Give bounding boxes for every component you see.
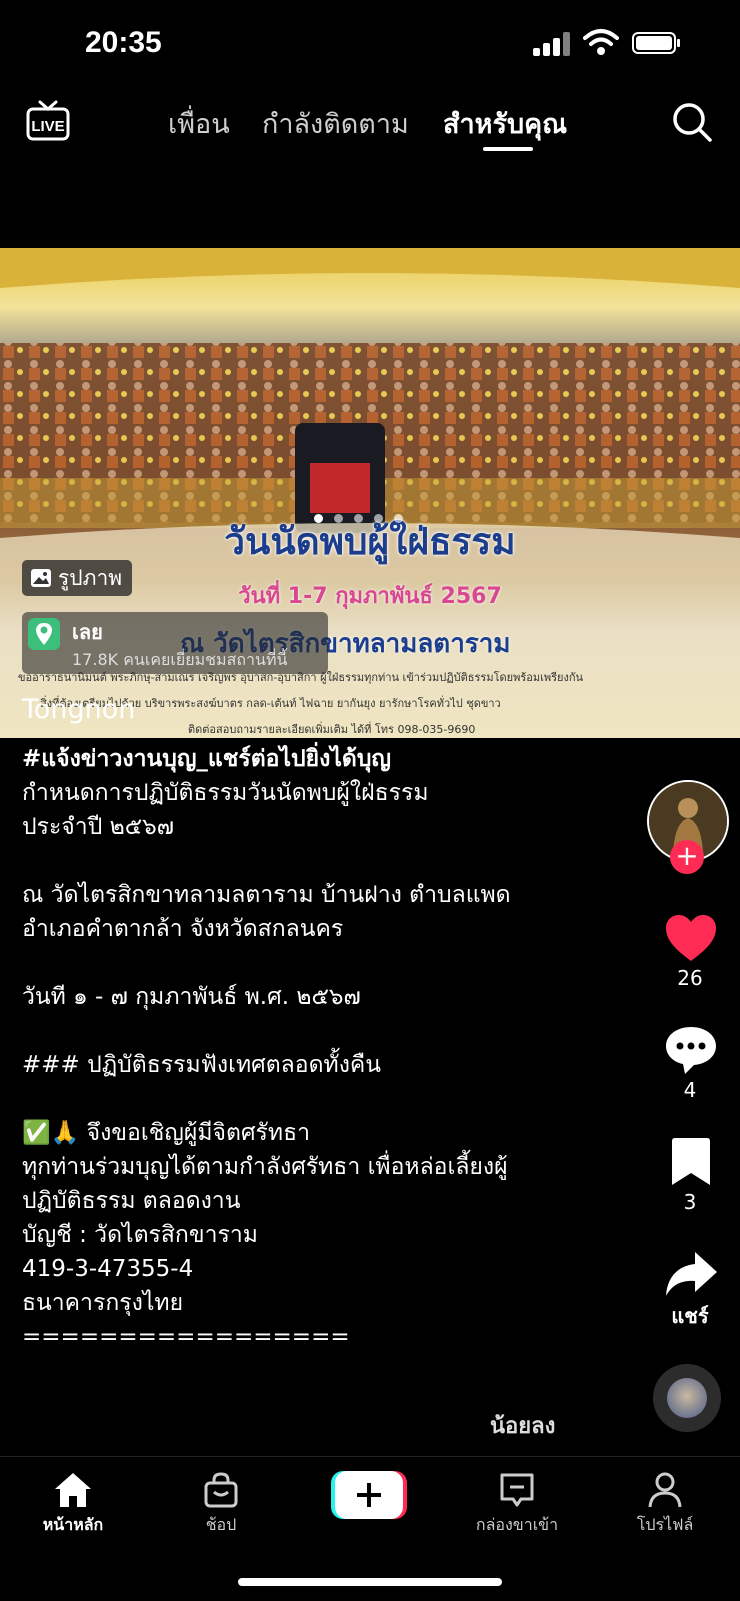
active-tab-underline [483, 147, 533, 151]
caption-line: กำหนดการปฏิบัติธรรมวันนัดพบผู้ใฝ่ธรรม [22, 780, 429, 806]
nav-profile[interactable]: โปรไฟล์ [605, 1471, 725, 1538]
cellular-signal-icon [533, 30, 573, 56]
shopping-bag-icon [204, 1472, 238, 1508]
caption-line: ทุกท่านร่วมบุญได้ตามกำลังศรัทธา เพื่อหล่… [22, 1154, 508, 1180]
photo-badge-label: รูปภาพ [58, 565, 123, 590]
carousel-dot [394, 514, 403, 523]
heart-icon[interactable] [663, 912, 719, 964]
nav-shop-label: ช้อป [205, 1515, 237, 1534]
caption-hashtag[interactable]: #แจ้งข่าวงานบุญ_แชร์ต่อไปยิ่งได้บุญ [22, 742, 622, 776]
caption-line: ประจำปี ๒๕๖๗ [22, 814, 175, 840]
nav-profile-label: โปรไฟล์ [636, 1515, 694, 1534]
caption-line: วันที ๑ - ๗ กุมภาพันธ์ พ.ศ. ๒๕๖๗ [22, 984, 361, 1010]
battery-icon [632, 32, 680, 54]
caption-line: ณ วัดไตรสิกขาทลามลตาราม บ้านฝาง ตำบลแพด [22, 882, 511, 908]
comment-count: 4 [683, 1078, 697, 1102]
nav-home-label: หน้าหลัก [42, 1515, 104, 1534]
home-icon [55, 1473, 91, 1507]
music-cover-image [667, 1378, 707, 1418]
caption-line: ================= [22, 1324, 350, 1350]
search-icon[interactable] [670, 100, 714, 144]
follow-button[interactable]: + [670, 840, 704, 874]
tab-friends[interactable]: เพื่อน [168, 102, 230, 145]
location-tag[interactable]: เลย 17.8K คนเคยเยี่ยมชมสถานที่นี้ [22, 612, 328, 674]
carousel-dot [374, 514, 383, 523]
location-name: เลย [72, 620, 103, 644]
carousel-dot-active [314, 514, 323, 523]
like-count: 26 [677, 966, 703, 990]
nav-shop[interactable]: ช้อป [161, 1471, 281, 1538]
tab-following[interactable]: กำลังติดตาม [262, 102, 409, 145]
share-icon[interactable] [663, 1248, 719, 1300]
home-indicator [238, 1578, 502, 1586]
location-visitors: 17.8K คนเคยเยี่ยมชมสถานที่นี้ [72, 650, 288, 669]
status-time: 20:35 [85, 26, 162, 59]
post-caption[interactable]: #แจ้งข่าวงานบุญ_แชร์ต่อไปยิ่งได้บุญ กำหน… [22, 742, 622, 1354]
caption-line: บัญชี : วัดไตรสิกขาราม [22, 1222, 258, 1248]
wifi-icon [583, 29, 619, 55]
location-pin-icon [28, 618, 60, 650]
live-label: LIVE [31, 118, 64, 135]
nav-inbox-label: กล่องขาเข้า [475, 1515, 559, 1534]
caption-line: ปฏิบัติธรรม ตลอดงาน [22, 1188, 241, 1214]
caption-line: ### ปฏิบัติธรรมฟังเทศตลอดทั้งคืน [22, 1052, 382, 1078]
music-disc[interactable] [653, 1364, 721, 1432]
profile-icon [648, 1472, 682, 1508]
tab-for-you[interactable]: สำหรับคุณ [443, 102, 567, 145]
caption-line: อำเภอคำตากล้า จังหวัดสกลนคร [22, 916, 344, 942]
nav-home[interactable]: หน้าหลัก [13, 1471, 133, 1538]
image-icon [31, 569, 51, 587]
create-button[interactable] [331, 1471, 407, 1519]
comment-icon[interactable] [663, 1024, 719, 1076]
show-less-button[interactable]: น้อยลง [490, 1408, 555, 1443]
bookmark-icon[interactable] [663, 1136, 719, 1188]
photo-mode-badge: รูปภาพ [22, 560, 133, 596]
caption-line: ✅🙏 จึงขอเชิญผู้มีจิตศรัทธา [22, 1120, 311, 1146]
carousel-dot [334, 514, 343, 523]
inbox-icon [500, 1473, 534, 1507]
nav-inbox[interactable]: กล่องขาเข้า [457, 1471, 577, 1538]
author-name[interactable]: Tongnon [22, 694, 135, 725]
share-label[interactable]: แชร์ [640, 1300, 740, 1332]
live-icon[interactable]: LIVE [26, 100, 70, 142]
banner-contact-text: ติดต่อสอบถามรายละเอียดเพิ่มเติม ได้ที่ โ… [188, 723, 476, 736]
caption-line: ธนาคารกรุงไทย [22, 1290, 184, 1316]
save-count: 3 [683, 1190, 697, 1214]
carousel-dot [354, 514, 363, 523]
caption-line: 419-3-47355-4 [22, 1256, 194, 1282]
